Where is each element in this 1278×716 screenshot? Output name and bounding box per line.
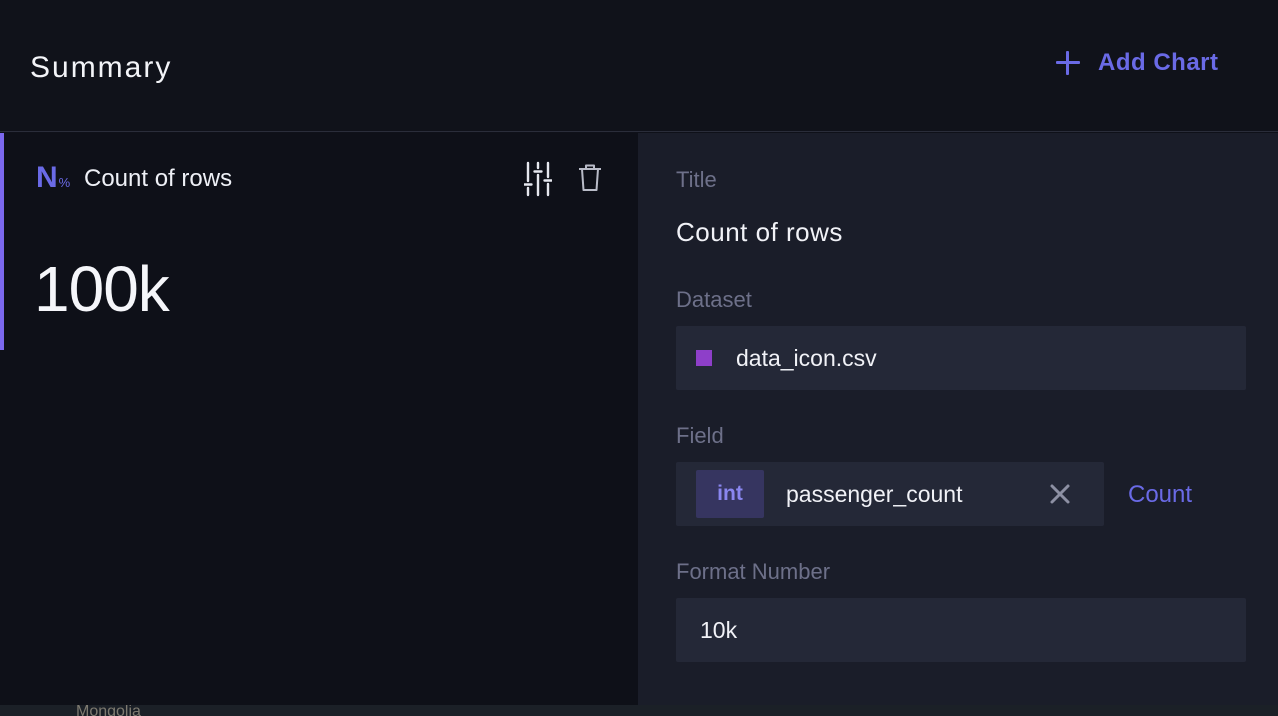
- number-type-icon: N %: [36, 161, 70, 193]
- field-label: Field: [676, 423, 724, 448]
- card-title: Count of rows: [84, 165, 233, 192]
- dataset-label: Dataset: [676, 287, 752, 312]
- field-name: passenger_count: [786, 481, 963, 507]
- title-input[interactable]: Count of rows: [676, 217, 843, 247]
- close-icon[interactable]: [1046, 480, 1074, 508]
- charts-list: N % Count of rows 100k: [0, 133, 638, 716]
- summary-app: Summary Add Chart N % Count of rows 100k…: [0, 0, 1278, 716]
- field-select[interactable]: int passenger_count: [676, 462, 1104, 526]
- format-number-input[interactable]: 10k: [676, 598, 1246, 662]
- sliders-icon[interactable]: [523, 161, 553, 197]
- format-number-value: 10k: [700, 617, 738, 643]
- plus-icon: [1054, 49, 1082, 77]
- field-type-badge: int: [696, 470, 764, 518]
- trash-icon[interactable]: [576, 163, 604, 193]
- add-chart-label: Add Chart: [1098, 49, 1219, 76]
- card-selected-indicator: [0, 133, 4, 350]
- dataset-select[interactable]: data_icon.csv: [676, 326, 1246, 390]
- summary-value: 100k: [34, 253, 170, 325]
- aggregation-select[interactable]: Count: [1128, 481, 1192, 509]
- dataset-color-swatch: [696, 350, 712, 366]
- add-chart-button[interactable]: Add Chart: [1054, 46, 1219, 80]
- summary-card[interactable]: N % Count of rows 100k: [0, 133, 638, 350]
- number-type-letter: N: [36, 161, 58, 194]
- format-number-label: Format Number: [676, 559, 831, 584]
- summary-header: Summary Add Chart: [0, 0, 1278, 132]
- page-title: Summary: [30, 51, 173, 84]
- dataset-name: data_icon.csv: [736, 345, 877, 371]
- chart-editor-panel: Title Count of rows Dataset data_icon.cs…: [638, 133, 1278, 711]
- background-map-strip: Mongolia: [0, 705, 1278, 716]
- number-type-suffix: %: [58, 175, 71, 190]
- title-label: Title: [676, 167, 717, 192]
- background-map-label: Mongolia: [76, 705, 141, 716]
